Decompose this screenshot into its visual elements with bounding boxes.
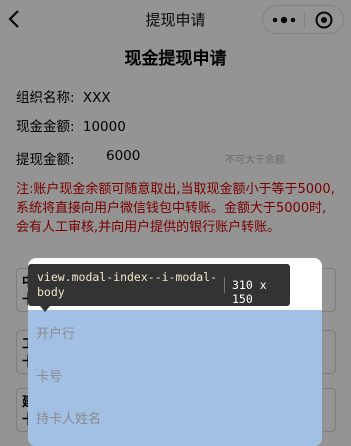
card-number-input[interactable]: 卡号 xyxy=(36,366,62,385)
cardholder-name-input[interactable]: 持卡人姓名 xyxy=(36,408,101,427)
inspector-tooltip: view.modal-index--i-modal-body 310 x 150 xyxy=(28,264,290,312)
bank-name-input[interactable]: 开户行 xyxy=(36,323,75,342)
inspector-size: 310 x 150 xyxy=(232,278,267,306)
inspector-divider xyxy=(224,277,225,293)
inspector-selector: view.modal-index--i-modal-body xyxy=(37,270,218,299)
modal-body: 开户行 卡号 持卡人姓名 xyxy=(28,310,322,446)
inspector-arrow-icon xyxy=(40,306,50,312)
